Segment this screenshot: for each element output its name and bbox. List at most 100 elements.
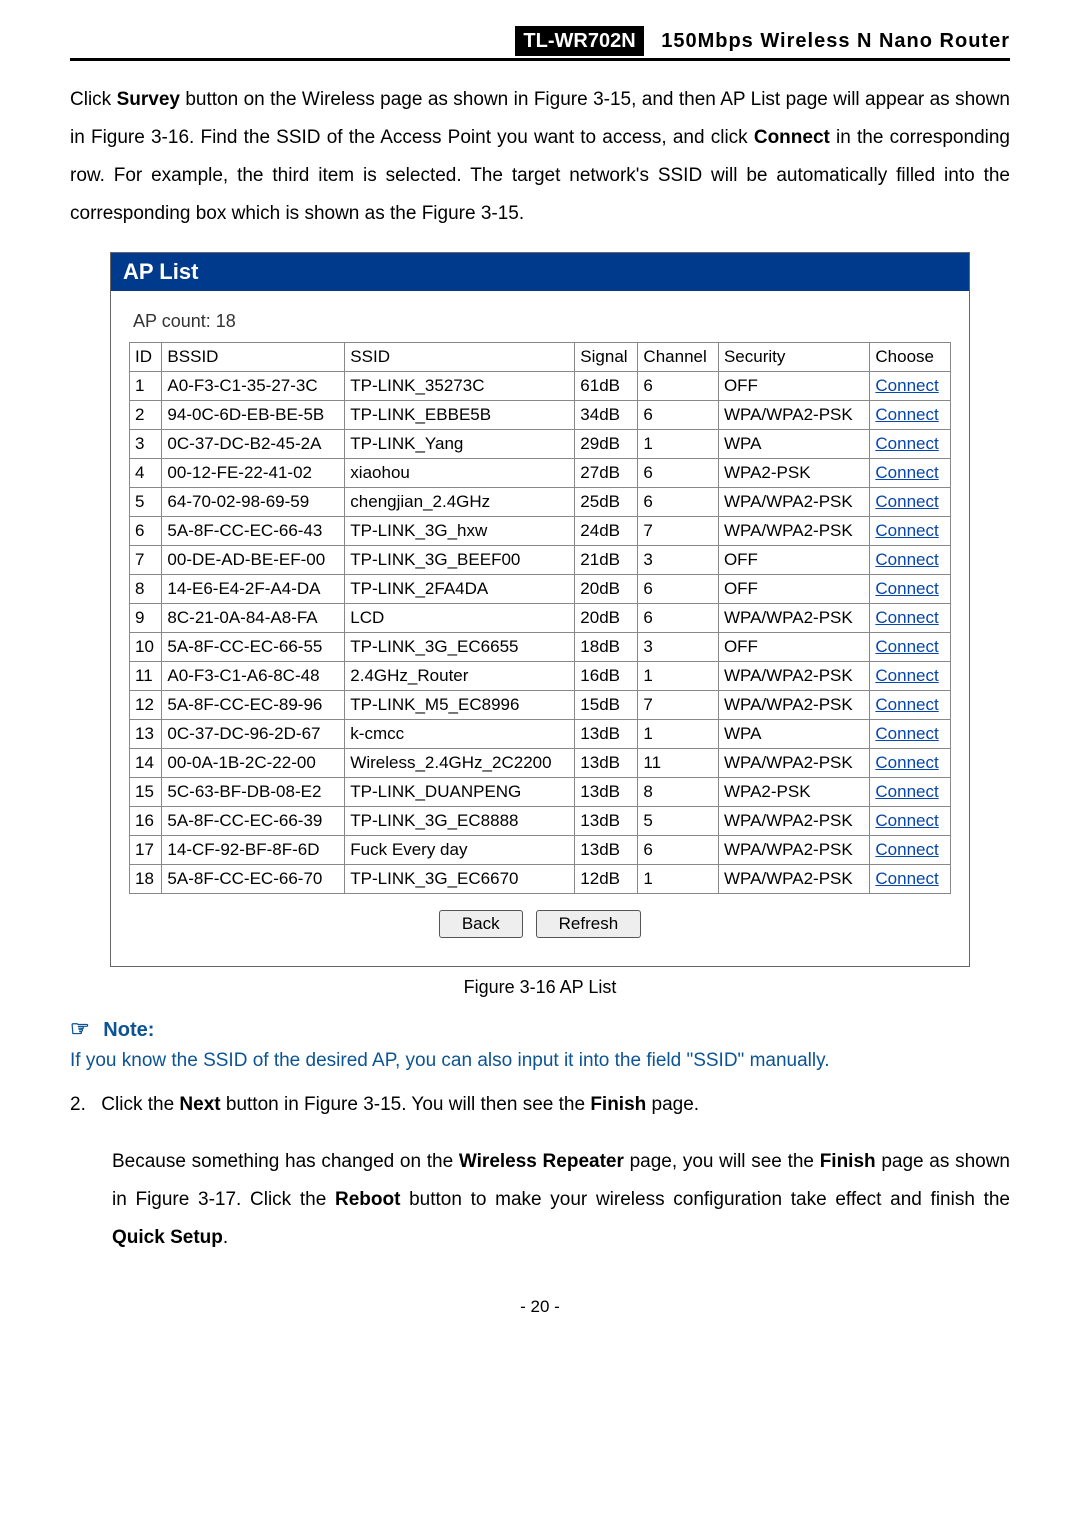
connect-link[interactable]: Connect bbox=[875, 840, 938, 859]
cell-security: WPA bbox=[718, 720, 869, 749]
cell-channel: 6 bbox=[638, 575, 719, 604]
cell-security: WPA/WPA2-PSK bbox=[718, 662, 869, 691]
table-row: 1A0-F3-C1-35-27-3CTP-LINK_35273C61dB6OFF… bbox=[130, 372, 951, 401]
connect-link[interactable]: Connect bbox=[875, 695, 938, 714]
page-header: TL-WR702N 150Mbps Wireless N Nano Router bbox=[70, 30, 1010, 61]
connect-link[interactable]: Connect bbox=[875, 492, 938, 511]
cell-security: WPA2-PSK bbox=[718, 459, 869, 488]
cell-bssid: 00-12-FE-22-41-02 bbox=[162, 459, 345, 488]
cell-choose: Connect bbox=[870, 633, 951, 662]
connect-link[interactable]: Connect bbox=[875, 608, 938, 627]
cell-channel: 1 bbox=[638, 662, 719, 691]
cell-bssid: 00-DE-AD-BE-EF-00 bbox=[162, 546, 345, 575]
col-channel: Channel bbox=[638, 343, 719, 372]
cell-bssid: 14-E6-E4-2F-A4-DA bbox=[162, 575, 345, 604]
back-button[interactable]: Back bbox=[439, 910, 523, 938]
cell-choose: Connect bbox=[870, 807, 951, 836]
intro-paragraph: Click Survey button on the Wireless page… bbox=[70, 81, 1010, 233]
connect-link[interactable]: Connect bbox=[875, 724, 938, 743]
table-row: 1400-0A-1B-2C-22-00Wireless_2.4GHz_2C220… bbox=[130, 749, 951, 778]
cell-bssid: 64-70-02-98-69-59 bbox=[162, 488, 345, 517]
cell-channel: 6 bbox=[638, 488, 719, 517]
connect-link[interactable]: Connect bbox=[875, 463, 938, 482]
connect-link[interactable]: Connect bbox=[875, 579, 938, 598]
figure-caption: Figure 3-16 AP List bbox=[70, 977, 1010, 998]
cell-channel: 1 bbox=[638, 865, 719, 894]
connect-link[interactable]: Connect bbox=[875, 376, 938, 395]
cell-ssid: LCD bbox=[345, 604, 575, 633]
cell-id: 15 bbox=[130, 778, 162, 807]
cell-bssid: 00-0A-1B-2C-22-00 bbox=[162, 749, 345, 778]
cell-bssid: 5A-8F-CC-EC-66-70 bbox=[162, 865, 345, 894]
cell-ssid: TP-LINK_3G_BEEF00 bbox=[345, 546, 575, 575]
connect-link[interactable]: Connect bbox=[875, 869, 938, 888]
cell-choose: Connect bbox=[870, 459, 951, 488]
connect-link[interactable]: Connect bbox=[875, 550, 938, 569]
table-row: 814-E6-E4-2F-A4-DATP-LINK_2FA4DA20dB6OFF… bbox=[130, 575, 951, 604]
cell-choose: Connect bbox=[870, 430, 951, 459]
cell-id: 6 bbox=[130, 517, 162, 546]
cell-signal: 61dB bbox=[575, 372, 638, 401]
cell-id: 8 bbox=[130, 575, 162, 604]
cell-signal: 25dB bbox=[575, 488, 638, 517]
cell-id: 1 bbox=[130, 372, 162, 401]
connect-link[interactable]: Connect bbox=[875, 753, 938, 772]
cell-channel: 7 bbox=[638, 691, 719, 720]
cell-choose: Connect bbox=[870, 836, 951, 865]
cell-ssid: chengjian_2.4GHz bbox=[345, 488, 575, 517]
cell-signal: 12dB bbox=[575, 865, 638, 894]
refresh-button[interactable]: Refresh bbox=[536, 910, 642, 938]
ap-table-header-row: ID BSSID SSID Signal Channel Security Ch… bbox=[130, 343, 951, 372]
cell-choose: Connect bbox=[870, 720, 951, 749]
cell-ssid: Wireless_2.4GHz_2C2200 bbox=[345, 749, 575, 778]
cell-ssid: TP-LINK_2FA4DA bbox=[345, 575, 575, 604]
cell-ssid: TP-LINK_3G_EC6655 bbox=[345, 633, 575, 662]
cell-id: 17 bbox=[130, 836, 162, 865]
cell-signal: 20dB bbox=[575, 575, 638, 604]
connect-link[interactable]: Connect bbox=[875, 637, 938, 656]
step-body: Because something has changed on the Wir… bbox=[112, 1143, 1010, 1257]
table-row: 125A-8F-CC-EC-89-96TP-LINK_M5_EC899615dB… bbox=[130, 691, 951, 720]
cell-signal: 15dB bbox=[575, 691, 638, 720]
cell-bssid: 14-CF-92-BF-8F-6D bbox=[162, 836, 345, 865]
cell-channel: 6 bbox=[638, 401, 719, 430]
cell-id: 10 bbox=[130, 633, 162, 662]
connect-link[interactable]: Connect bbox=[875, 405, 938, 424]
cell-ssid: TP-LINK_Yang bbox=[345, 430, 575, 459]
cell-id: 7 bbox=[130, 546, 162, 575]
connect-link[interactable]: Connect bbox=[875, 666, 938, 685]
cell-security: WPA/WPA2-PSK bbox=[718, 517, 869, 546]
cell-bssid: 5C-63-BF-DB-08-E2 bbox=[162, 778, 345, 807]
cell-choose: Connect bbox=[870, 749, 951, 778]
table-row: 98C-21-0A-84-A8-FALCD20dB6WPA/WPA2-PSKCo… bbox=[130, 604, 951, 633]
connect-link[interactable]: Connect bbox=[875, 521, 938, 540]
step-number: 2. bbox=[70, 1086, 96, 1124]
cell-bssid: 0C-37-DC-B2-45-2A bbox=[162, 430, 345, 459]
cell-ssid: TP-LINK_3G_EC6670 bbox=[345, 865, 575, 894]
cell-bssid: A0-F3-C1-A6-8C-48 bbox=[162, 662, 345, 691]
cell-ssid: Fuck Every day bbox=[345, 836, 575, 865]
table-row: 564-70-02-98-69-59chengjian_2.4GHz25dB6W… bbox=[130, 488, 951, 517]
table-row: 105A-8F-CC-EC-66-55TP-LINK_3G_EC665518dB… bbox=[130, 633, 951, 662]
table-row: 65A-8F-CC-EC-66-43TP-LINK_3G_hxw24dB7WPA… bbox=[130, 517, 951, 546]
col-security: Security bbox=[718, 343, 869, 372]
cell-signal: 13dB bbox=[575, 836, 638, 865]
cell-bssid: 5A-8F-CC-EC-66-55 bbox=[162, 633, 345, 662]
table-row: 1714-CF-92-BF-8F-6DFuck Every day13dB6WP… bbox=[130, 836, 951, 865]
cell-security: WPA2-PSK bbox=[718, 778, 869, 807]
connect-link[interactable]: Connect bbox=[875, 782, 938, 801]
note-text: If you know the SSID of the desired AP, … bbox=[70, 1050, 1010, 1072]
cell-bssid: 5A-8F-CC-EC-66-39 bbox=[162, 807, 345, 836]
connect-link[interactable]: Connect bbox=[875, 811, 938, 830]
ap-list-panel: AP List AP count: 18 ID BSSID SSID Signa… bbox=[110, 252, 970, 967]
cell-choose: Connect bbox=[870, 488, 951, 517]
cell-id: 11 bbox=[130, 662, 162, 691]
cell-channel: 5 bbox=[638, 807, 719, 836]
cell-signal: 13dB bbox=[575, 807, 638, 836]
cell-id: 18 bbox=[130, 865, 162, 894]
cell-channel: 6 bbox=[638, 604, 719, 633]
cell-signal: 29dB bbox=[575, 430, 638, 459]
cell-security: WPA/WPA2-PSK bbox=[718, 604, 869, 633]
connect-link[interactable]: Connect bbox=[875, 434, 938, 453]
table-row: 30C-37-DC-B2-45-2ATP-LINK_Yang29dB1WPACo… bbox=[130, 430, 951, 459]
